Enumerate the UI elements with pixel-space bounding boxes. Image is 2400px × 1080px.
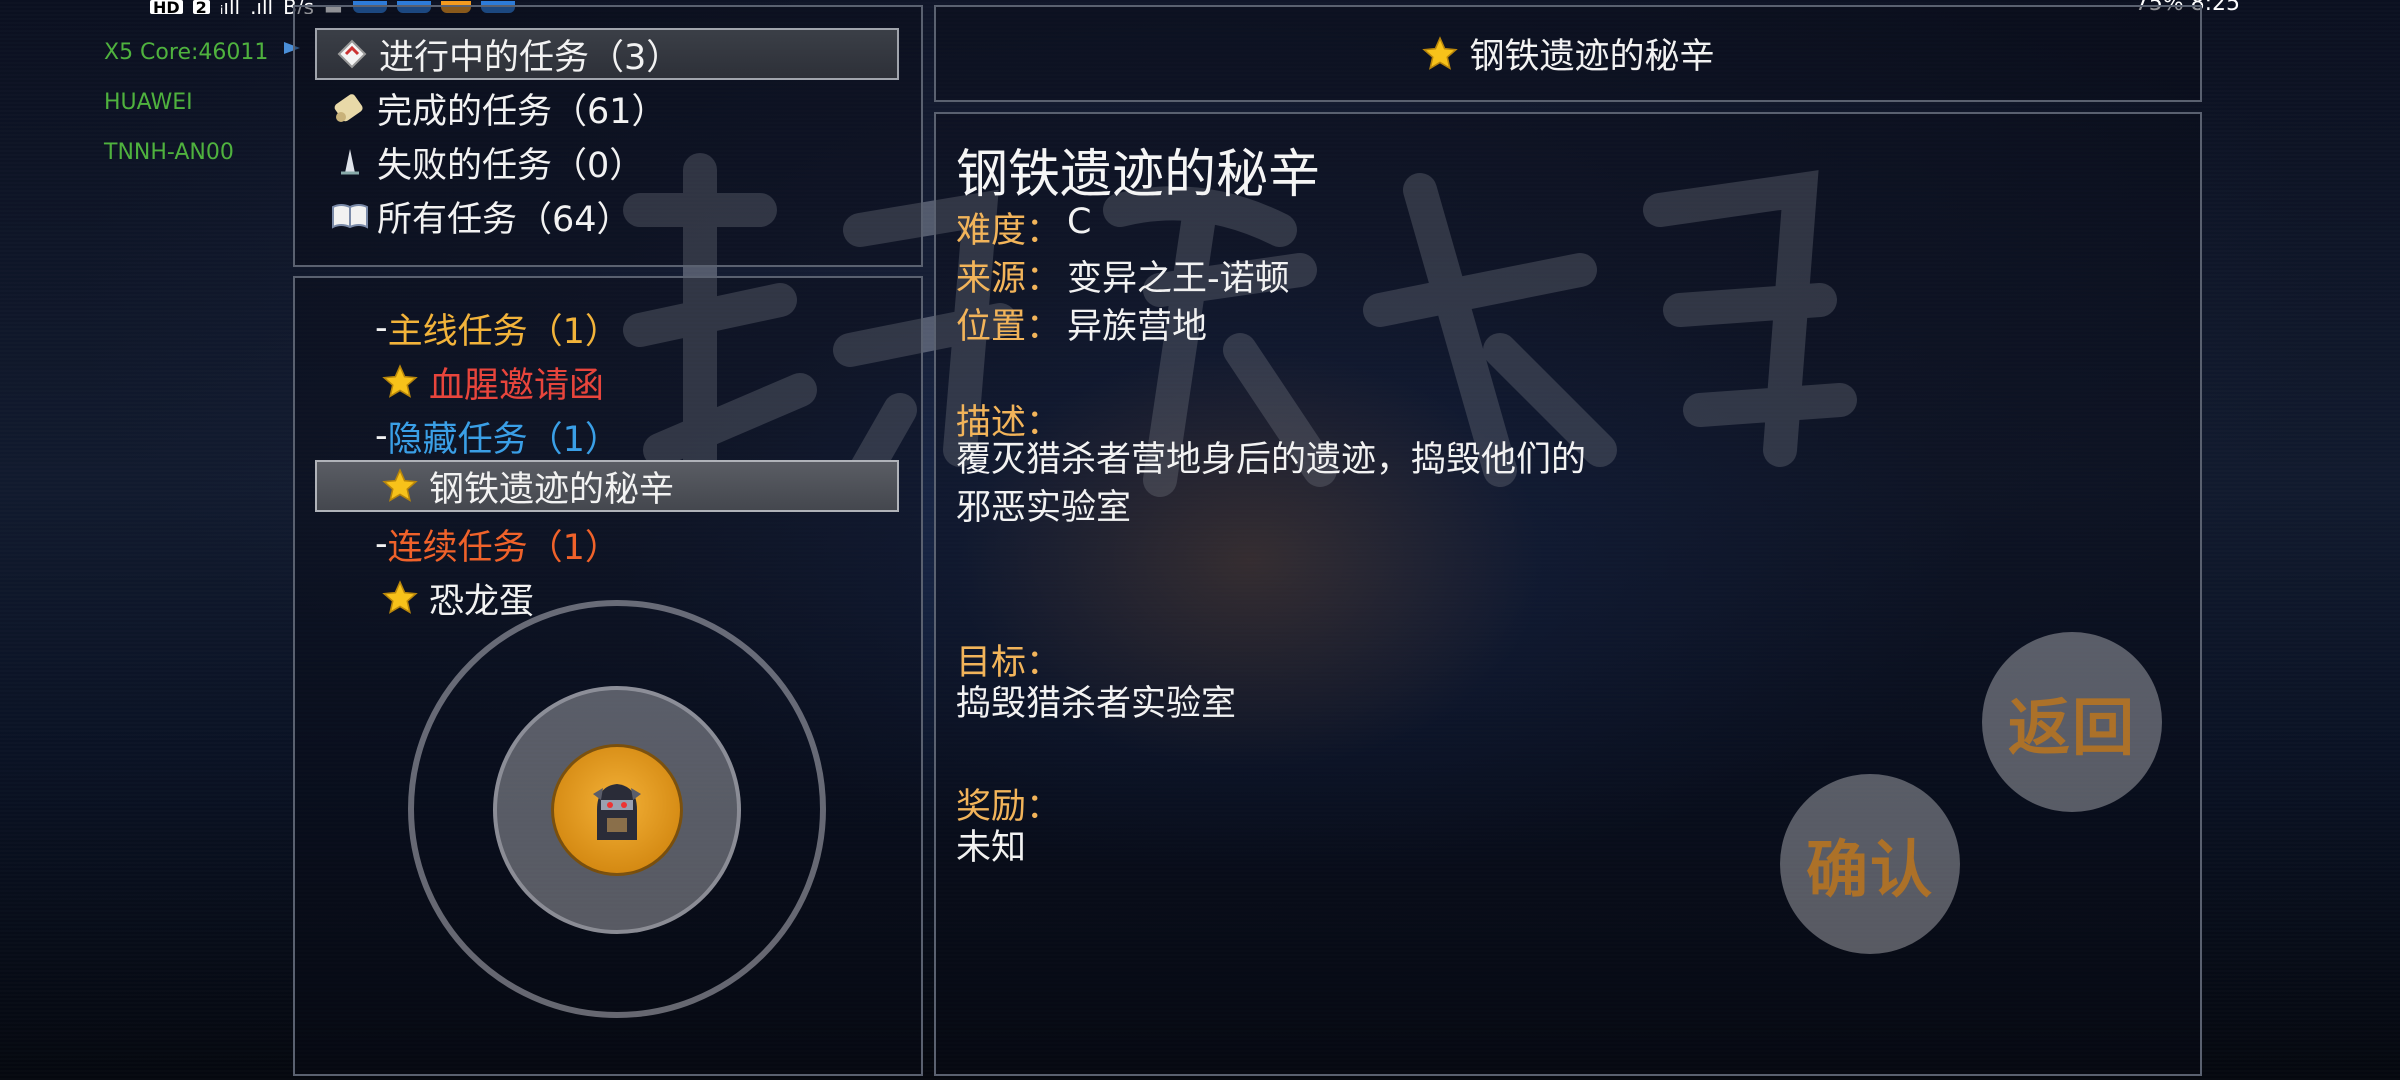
quest-label: 血腥邀请函 (429, 365, 605, 406)
quest-label: 钢铁遗迹的秘辛 (429, 469, 675, 510)
tab-all[interactable]: 所有任务（64） (315, 190, 899, 242)
location-label: 位置： (956, 307, 1062, 347)
star-icon (382, 580, 418, 614)
location-row: 位置： 异族营地 (956, 298, 1207, 349)
location-value: 异族营地 (1067, 307, 1208, 347)
objective-label: 目标： (956, 643, 1062, 683)
star-icon (382, 468, 418, 502)
tab-label: 进行中的任务（3） (379, 37, 682, 78)
star-icon (1422, 35, 1459, 70)
joystick-knob[interactable] (551, 744, 683, 876)
star-icon (382, 364, 418, 398)
difficulty-row: 难度： C (956, 202, 1091, 253)
objective-text: 捣毁猎杀者实验室 (956, 684, 1237, 724)
description-line-1: 覆灭猎杀者营地身后的遗迹，捣毁他们的 (956, 440, 1587, 480)
tab-label: 所有任务（64） (377, 199, 632, 240)
tab-failed[interactable]: 失败的任务（0） (315, 136, 899, 188)
category-label: 连续任务（1） (387, 527, 620, 568)
book-icon (329, 195, 371, 237)
reward-text: 未知 (956, 828, 1027, 868)
character-portrait-icon (593, 784, 641, 840)
quest-filter-panel: 进行中的任务（3） 完成的任务（61） 失败的任务（0） 所有任务（64） (293, 5, 923, 267)
broken-sword-icon (329, 141, 371, 183)
category-chain[interactable]: - 连续任务（1） (375, 518, 620, 570)
quest-detail-panel: 钢铁遗迹的秘辛 难度： C 来源： 变异之王-诺顿 位置： 异族营地 描述： 覆… (934, 112, 2202, 1076)
sim-badge: 2 (192, 0, 210, 16)
debug-core: X5 Core:46011 (104, 40, 269, 65)
quest-item-steel-ruins[interactable]: 钢铁遗迹的秘辛 (315, 460, 899, 512)
back-button[interactable]: 返回 (1982, 632, 2162, 812)
envelope-icon (331, 33, 373, 75)
tab-label: 失败的任务（0） (377, 145, 645, 186)
game-screen: HD 2 ᵢıll .ıll B/s ▬ 75% 8:25 X5 Core:46… (0, 0, 2400, 1080)
debug-brand: HUAWEI (104, 90, 193, 115)
tab-completed[interactable]: 完成的任务（61） (315, 82, 899, 134)
tab-label: 完成的任务（61） (377, 91, 667, 132)
device-debug-info: X5 Core:46011 HUAWEI TNNH-AN00 (104, 28, 268, 178)
difficulty-value: C (1067, 202, 1092, 242)
scroll-icon (329, 87, 371, 129)
signal-icon: ᵢıll (219, 0, 241, 14)
reward-label: 奖励： (956, 787, 1062, 827)
debug-model: TNNH-AN00 (104, 140, 234, 165)
hd-badge: HD (150, 0, 183, 16)
tab-in-progress[interactable]: 进行中的任务（3） (315, 28, 899, 80)
quest-name-heading: 钢铁遗迹的秘辛 (956, 145, 1321, 205)
category-label: 隐藏任务（1） (387, 419, 620, 460)
source-value: 变异之王-诺顿 (1067, 259, 1290, 299)
difficulty-label: 难度： (956, 211, 1062, 251)
signal-2-icon: .ıll (250, 0, 274, 14)
description-text: 覆灭猎杀者营地身后的遗迹，捣毁他们的 邪恶实验室 (956, 436, 1586, 532)
category-hidden[interactable]: - 隐藏任务（1） (375, 410, 620, 462)
quest-item-dino-egg[interactable]: 恐龙蛋 (381, 572, 534, 624)
source-label: 来源： (956, 259, 1062, 299)
confirm-button[interactable]: 确认 (1780, 774, 1960, 954)
source-row: 来源： 变异之王-诺顿 (956, 250, 1290, 301)
quest-title-panel: 钢铁遗迹的秘辛 (934, 5, 2202, 102)
description-line-2: 邪恶实验室 (956, 488, 1132, 528)
category-main[interactable]: - 主线任务（1） (375, 302, 620, 354)
quest-label: 恐龙蛋 (429, 581, 535, 622)
quest-item-blood-invitation[interactable]: 血腥邀请函 (381, 356, 604, 408)
quest-title: 钢铁遗迹的秘辛 (1469, 37, 1715, 77)
category-label: 主线任务（1） (387, 311, 620, 352)
